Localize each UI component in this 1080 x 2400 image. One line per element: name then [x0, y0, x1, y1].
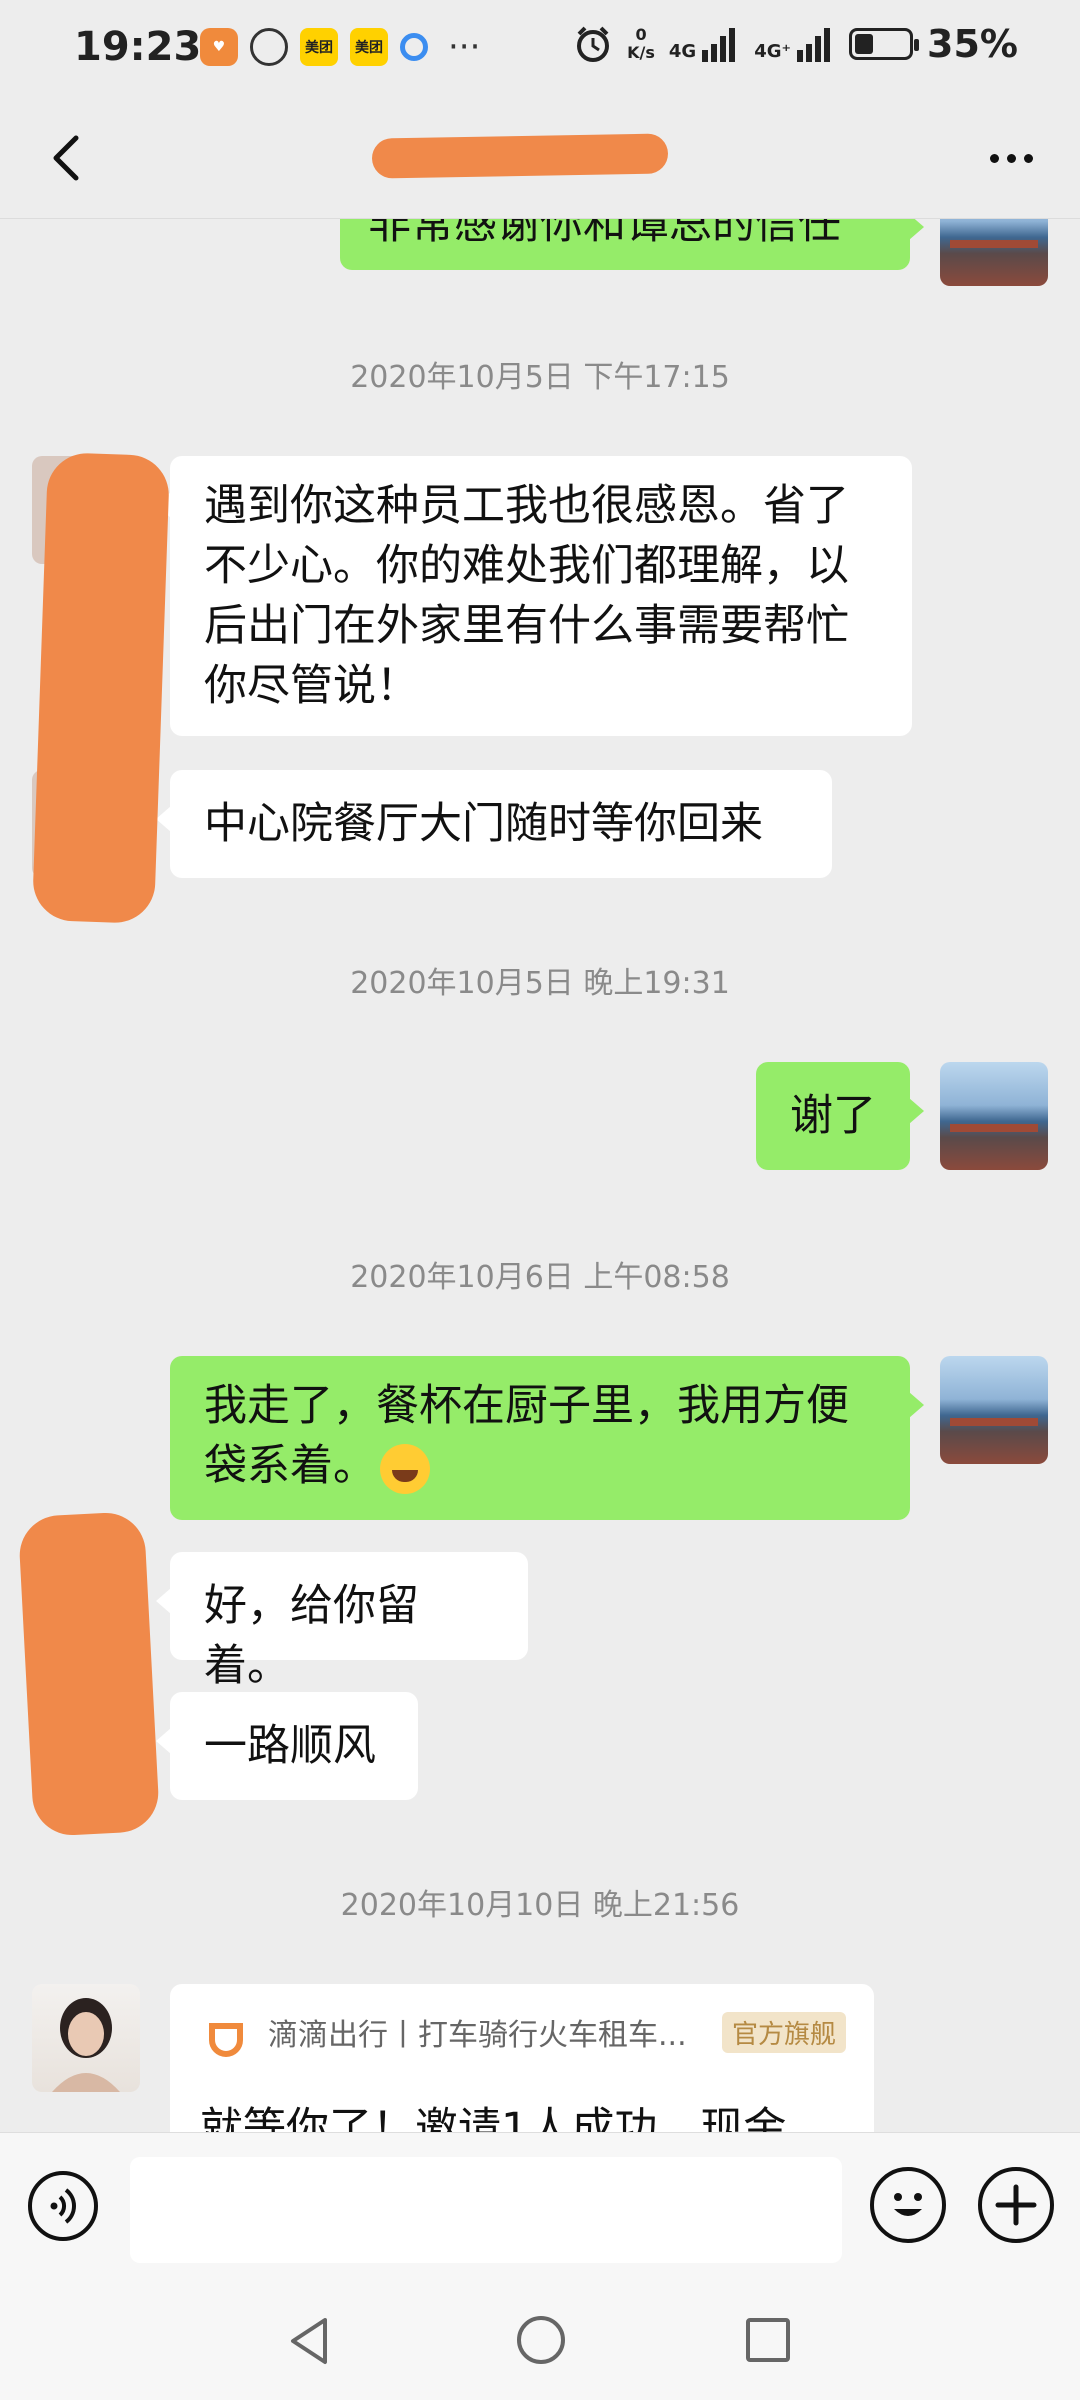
- network-type-1: 4G: [668, 41, 697, 62]
- my-avatar[interactable]: [940, 1062, 1048, 1170]
- message-text: 我走了，餐杯在厨子里，我用方便袋系着。: [204, 1381, 849, 1491]
- meituan-label: 美团: [305, 40, 333, 56]
- avatar-redaction: [17, 1510, 161, 1838]
- voice-input-button[interactable]: [28, 2171, 98, 2241]
- message-text: 一路顺风: [204, 1721, 376, 1771]
- network-type-2: 4G⁺: [754, 41, 792, 62]
- signal-bars-icon: [797, 28, 831, 62]
- more-options-button[interactable]: [976, 128, 1046, 188]
- globe-icon: [250, 28, 288, 66]
- message-input[interactable]: [130, 2157, 842, 2263]
- didi-logo-icon: [209, 2023, 243, 2057]
- laughing-emoji-icon: [380, 1443, 430, 1494]
- contact-avatar[interactable]: [32, 1984, 140, 2092]
- more-functions-button[interactable]: [978, 2167, 1054, 2243]
- signal-2: 4G⁺: [754, 26, 835, 62]
- timestamp: 2020年10月5日 下午17:15: [350, 360, 730, 395]
- official-badge: 官方旗舰: [721, 2012, 846, 2053]
- system-back-button[interactable]: [285, 2314, 335, 2368]
- smiley-icon: [894, 2193, 922, 2216]
- more-notifications-icon: ···: [448, 27, 481, 67]
- input-bar: [0, 2132, 1080, 2283]
- plus-icon: [995, 2184, 1037, 2226]
- message-text: 好，给你留着。: [204, 1581, 419, 1691]
- alarm-icon: [577, 26, 610, 62]
- message-bubble-incoming[interactable]: 好，给你留着。: [156, 1552, 528, 1691]
- emoji-button[interactable]: [870, 2167, 946, 2243]
- status-right: 0 K/s 4G 4G⁺ 35%: [573, 22, 1018, 66]
- chat-title-redacted: [371, 133, 669, 179]
- dot-icon: [1023, 153, 1033, 163]
- message-bubble-outgoing[interactable]: 我走了，餐杯在厨子里，我用方便袋系着。: [170, 1356, 924, 1520]
- battery-fill: [855, 34, 874, 54]
- timestamp: 2020年10月10日 晚上21:56: [340, 1888, 740, 1923]
- browser-app-icon: [400, 33, 428, 61]
- message-bubble-incoming[interactable]: 中心院餐厅大门随时等你回来: [156, 770, 832, 878]
- net-speed: 0 K/s: [627, 26, 655, 62]
- net-speed-value: 0: [635, 25, 647, 44]
- my-avatar[interactable]: [940, 218, 1048, 286]
- card-source: 滴滴出行丨打车骑行火车租车...: [268, 2018, 687, 2053]
- mini-program-card[interactable]: 滴滴出行丨打车骑行火车租车... 官方旗舰 就等你了！邀请1人成功，现金: [170, 1984, 874, 2132]
- person-photo-icon: [52, 1998, 120, 2092]
- avatar-redaction: [31, 452, 171, 924]
- signal-1: 4G: [669, 26, 740, 62]
- chat-area[interactable]: 非常感谢你和谭总的信任 2020年10月5日 下午17:15 遇到你这种员工我也…: [0, 218, 1080, 2132]
- heart-app-icon: ♥: [200, 28, 238, 66]
- notification-icons: ♥ 美团 美团 ···: [200, 28, 480, 66]
- status-time: 19:23: [74, 24, 202, 70]
- meituan-app-icon: 美团: [300, 28, 338, 66]
- meituan-label: 美团: [355, 40, 383, 56]
- card-text: 就等你了！邀请1人成功，现金: [200, 2104, 787, 2132]
- my-avatar[interactable]: [940, 1356, 1048, 1464]
- status-bar: 19:23 ♥ 美团 美团 ··· 0 K/s 4G 4G⁺ 35%: [0, 0, 1080, 100]
- voice-icon: [50, 2188, 76, 2224]
- timestamp: 2020年10月6日 上午08:58: [350, 1260, 730, 1295]
- chat-header: [0, 100, 1080, 219]
- meituan-app-icon: 美团: [350, 28, 388, 66]
- message-bubble-incoming[interactable]: 一路顺风: [156, 1692, 418, 1800]
- dot-icon: [989, 153, 999, 163]
- back-button[interactable]: [38, 128, 98, 188]
- message-bubble-outgoing[interactable]: 谢了: [756, 1062, 924, 1170]
- system-recents-button[interactable]: [746, 2318, 790, 2362]
- battery-icon: [849, 28, 920, 60]
- battery-percent: 35%: [927, 22, 1018, 66]
- message-text: 中心院餐厅大门随时等你回来: [204, 799, 763, 849]
- signal-bars-icon: [702, 28, 736, 62]
- message-bubble-outgoing[interactable]: 非常感谢你和谭总的信任: [340, 218, 924, 270]
- message-bubble-incoming[interactable]: 遇到你这种员工我也很感恩。省了不少心。你的难处我们都理解，以后出门在外家里有什么…: [156, 456, 912, 736]
- message-text: 非常感谢你和谭总的信任: [368, 218, 841, 249]
- net-speed-unit: K/s: [627, 43, 655, 62]
- message-text: 谢了: [790, 1091, 876, 1141]
- system-home-button[interactable]: [517, 2316, 565, 2364]
- timestamp: 2020年10月5日 晚上19:31: [350, 966, 730, 1001]
- system-navigation-bar: [0, 2282, 1080, 2400]
- message-text: 遇到你这种员工我也很感恩。省了不少心。你的难处我们都理解，以后出门在外家里有什么…: [204, 481, 849, 711]
- dot-icon: [1006, 153, 1016, 163]
